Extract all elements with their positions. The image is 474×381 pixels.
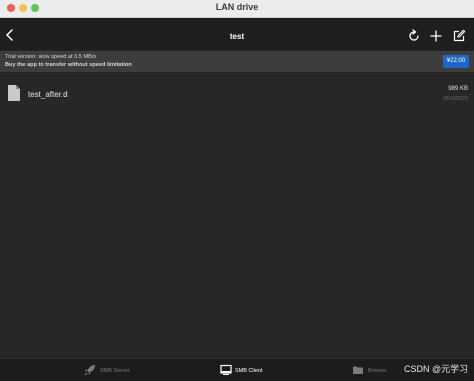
tab-label: Browse [368, 368, 387, 374]
file-date: 06/10/2023 [442, 96, 468, 102]
add-icon[interactable] [429, 29, 443, 43]
folder-title: test [229, 32, 245, 41]
trial-notice: Trial version: slow speed at 0.5 MB/s [5, 54, 97, 60]
tab-smb-client[interactable]: SMB Client [220, 359, 280, 381]
trial-banner: Trial version: slow speed at 0.5 MB/s Bu… [0, 51, 474, 72]
window-titlebar: LAN drive [0, 0, 474, 18]
tab-label: SMB Client [235, 368, 263, 374]
file-icon [8, 85, 20, 101]
window-title: LAN drive [215, 2, 259, 12]
buy-button[interactable]: ¥22.00 [443, 55, 469, 68]
file-list: test_after.d 989 KB 06/10/2023 [0, 73, 474, 357]
file-size: 989 KB [448, 86, 468, 92]
file-row[interactable]: test_after.d 989 KB 06/10/2023 [0, 84, 474, 108]
app-window: LAN drive test Trial version: slow speed… [0, 0, 474, 381]
tab-bar: SMB Server SMB Client Browse [0, 358, 474, 381]
folder-icon [353, 366, 363, 374]
edit-icon[interactable] [452, 29, 466, 43]
rocket-icon [84, 365, 95, 376]
file-name: test_after.d [28, 90, 68, 99]
tab-browse[interactable]: Browse [352, 359, 402, 381]
navigation-bar: test [0, 18, 474, 50]
monitor-icon [220, 364, 232, 375]
tab-smb-server[interactable]: SMB Server [84, 359, 144, 381]
watermark-text: CSDN @元学习 [404, 364, 469, 374]
refresh-icon[interactable] [407, 29, 421, 43]
purchase-notice: Buy the app to transfer without speed li… [5, 62, 132, 68]
tab-label: SMB Server [100, 368, 130, 374]
